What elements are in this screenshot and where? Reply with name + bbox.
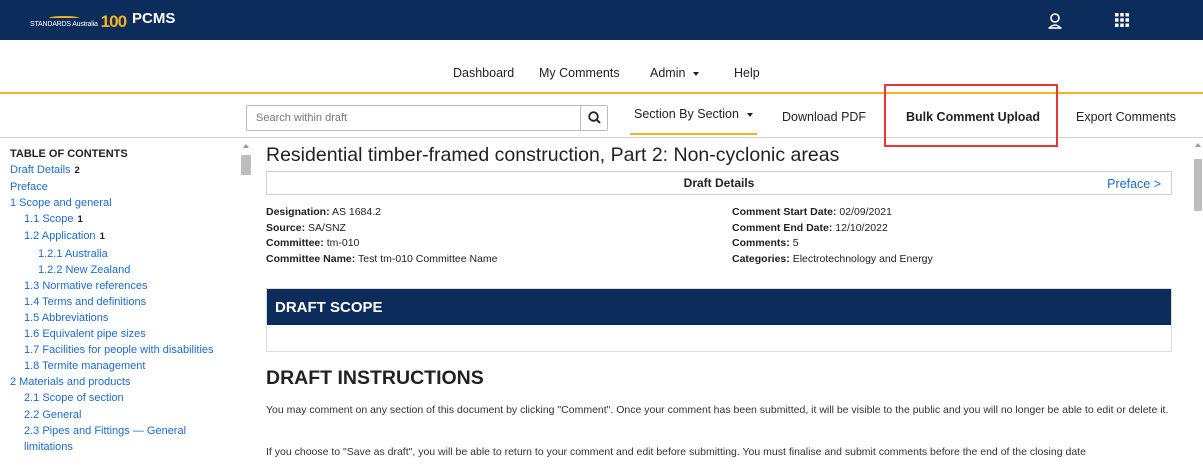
search-button[interactable]: [580, 106, 607, 130]
search-box: [246, 105, 608, 131]
app-name[interactable]: PCMS: [132, 10, 175, 27]
search-icon: [588, 111, 601, 124]
scroll-up-icon[interactable]: [1195, 143, 1201, 147]
section-by-section-label: Section By Section: [634, 107, 739, 121]
meta-source: Source: SA/SNZ: [266, 221, 346, 234]
toc-item[interactable]: 1.3 Normative references: [10, 278, 240, 294]
highlight-box: [884, 84, 1058, 147]
toc-item[interactable]: 1.1 Scope 1: [10, 211, 240, 228]
page-title: Residential timber-framed construction, …: [266, 144, 840, 166]
toc-item[interactable]: 1.4 Terms and definitions: [10, 294, 240, 310]
chevron-down-icon: [746, 112, 753, 117]
toc-item[interactable]: 1 Scope and general: [10, 195, 240, 211]
nav-dashboard[interactable]: Dashboard: [453, 66, 514, 80]
search-input[interactable]: [247, 106, 577, 130]
instructions-paragraph: If you choose to "Save as draft", you wi…: [266, 446, 1086, 458]
comment-count: 2: [74, 165, 80, 177]
toc-item[interactable]: 1.8 Termite management: [10, 358, 240, 374]
top-header-bar: STANDARDS Australia 100 PCMS: [0, 0, 1203, 40]
toc-item[interactable]: 2.3 Pipes and Fittings — General limitat…: [10, 423, 190, 455]
draft-details-label: Draft Details: [683, 176, 755, 190]
toc-item[interactable]: 2 Materials and products: [10, 374, 240, 390]
toc-item[interactable]: 2.2 General: [10, 407, 240, 423]
logo-swoosh: [48, 16, 79, 20]
toc-item[interactable]: Preface: [10, 179, 240, 195]
draft-meta-left: Designation: AS 1684.2 Source: SA/SNZ Co…: [266, 205, 497, 267]
draft-scope-section: DRAFT SCOPE: [266, 288, 1172, 352]
draft-meta-right: Comment Start Date: 02/09/2021 Comment E…: [732, 205, 933, 267]
nav-my-comments[interactable]: My Comments: [539, 66, 620, 80]
meta-committee: Committee: tm-010: [266, 237, 360, 249]
toc-item[interactable]: 2.1 Scope of section: [10, 390, 240, 406]
toc-item[interactable]: 1.2 Application 1: [10, 228, 240, 245]
standards-australia-logo[interactable]: STANDARDS Australia 100: [30, 11, 130, 33]
section-by-section-dropdown[interactable]: Section By Section: [630, 107, 757, 135]
apps-grid-icon[interactable]: [1114, 12, 1130, 28]
toc-item[interactable]: 1.2.1 Australia: [10, 246, 240, 262]
meta-comment-end-date: Comment End Date: 12/10/2022: [732, 221, 888, 234]
toc-scrollbar[interactable]: [240, 139, 252, 466]
chevron-down-icon: [693, 71, 700, 76]
table-of-contents: TABLE OF CONTENTS Draft Details 2 Preface…: [10, 146, 240, 455]
draft-instructions-heading: DRAFT INSTRUCTIONS: [266, 367, 484, 389]
comment-count: 1: [77, 214, 83, 226]
draft-scope-header: DRAFT SCOPE: [267, 289, 1171, 325]
draft-details-bar: Draft Details Preface >: [266, 171, 1172, 195]
scrollbar-thumb[interactable]: [1194, 159, 1202, 211]
toc-item[interactable]: 1.7 Facilities for people with disabilit…: [10, 342, 240, 358]
draft-scope-heading: DRAFT SCOPE: [275, 299, 383, 316]
toc-item[interactable]: 1.6 Equivalent pipe sizes: [10, 326, 240, 342]
main-scrollbar[interactable]: [1193, 139, 1203, 466]
scroll-up-icon[interactable]: [243, 144, 249, 148]
comment-count: 1: [99, 231, 105, 243]
nav-admin-dropdown[interactable]: Admin: [650, 66, 700, 80]
toc-item[interactable]: 1.2.2 New Zealand: [10, 262, 240, 278]
meta-comment-start-date: Comment Start Date: 02/09/2021: [732, 206, 892, 218]
instructions-paragraph: You may comment on any section of this d…: [266, 404, 1169, 416]
user-icon[interactable]: [1045, 11, 1065, 31]
meta-comments: Comments: 5: [732, 237, 799, 249]
toc-item[interactable]: 1.5 Abbreviations: [10, 310, 240, 326]
meta-categories: Categories: Electrotechnology and Energy: [732, 252, 933, 265]
nav-admin-label: Admin: [650, 66, 686, 80]
nav-help[interactable]: Help: [734, 66, 760, 80]
logo-100-text: 100: [100, 12, 127, 31]
preface-link[interactable]: Preface >: [1107, 177, 1161, 191]
toc-title: TABLE OF CONTENTS: [10, 148, 128, 160]
download-pdf-button[interactable]: Download PDF: [782, 110, 866, 124]
toc-item[interactable]: Draft Details 2: [10, 162, 240, 179]
scrollbar-thumb[interactable]: [241, 155, 251, 175]
meta-committee-name: Committee Name: Test tm-010 Committee Na…: [266, 252, 498, 265]
export-comments-button[interactable]: Export Comments: [1076, 110, 1176, 124]
logo-small-text: STANDARDS Australia: [30, 21, 98, 28]
meta-designation: Designation: AS 1684.2: [266, 206, 381, 218]
